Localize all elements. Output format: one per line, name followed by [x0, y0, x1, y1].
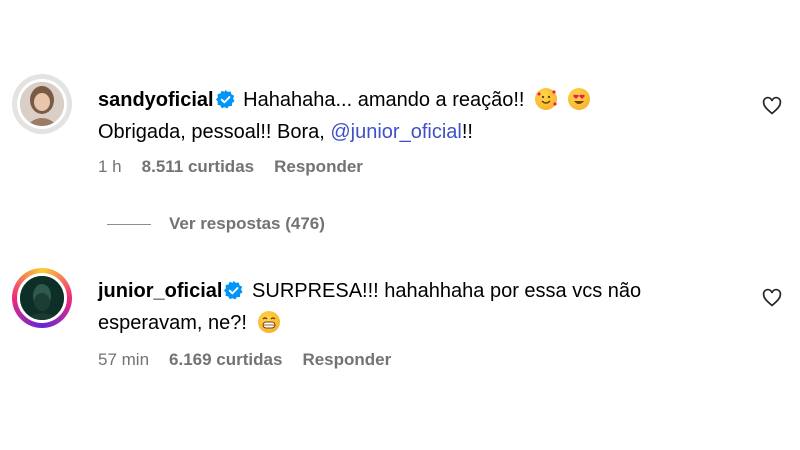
avatar-photo: [20, 276, 64, 320]
reply-button[interactable]: Responder: [302, 350, 391, 370]
avatar-photo: [20, 82, 64, 126]
avatar[interactable]: [12, 74, 72, 134]
comment-line-2-suffix: !!: [461, 121, 473, 143]
grinning-face-emoji: [257, 311, 280, 333]
like-heart-icon[interactable]: [762, 288, 782, 308]
timestamp: 57 min: [98, 350, 150, 369]
comment-line-2: esperavam, ne?!: [98, 312, 247, 334]
comment-text: sandyoficial Hahahaha... amando a reação…: [98, 84, 738, 148]
heart-eyes-emoji: [567, 88, 590, 110]
view-replies-button[interactable]: Ver respostas (476): [107, 214, 325, 234]
verified-badge-icon: [215, 90, 235, 109]
mention-link[interactable]: @junior_oficial: [330, 121, 461, 143]
reply-button[interactable]: Responder: [274, 157, 363, 177]
likes-count[interactable]: 6.169 curtidas: [169, 350, 282, 370]
username[interactable]: sandyoficial: [98, 89, 214, 111]
comment-meta: 57 min 6.169 curtidas Responder: [98, 350, 391, 370]
avatar-story-ring[interactable]: [12, 268, 72, 328]
username[interactable]: junior_oficial: [98, 280, 222, 302]
comment-meta: 1 h 8.511 curtidas Responder: [98, 157, 363, 177]
smiling-face-with-hearts-emoji: [535, 88, 558, 110]
timestamp: 1 h: [98, 157, 122, 176]
like-heart-icon[interactable]: [762, 96, 782, 116]
comment-line-1: Hahahaha... amando a reação!!: [243, 89, 525, 111]
likes-count[interactable]: 8.511 curtidas: [142, 157, 254, 177]
comment-text: junior_oficial SURPRESA!!! hahahhaha por…: [98, 275, 738, 339]
view-replies-label[interactable]: Ver respostas (476): [169, 214, 325, 234]
comment-line-2: Obrigada, pessoal!! Bora,: [98, 121, 331, 143]
verified-badge-icon: [224, 281, 243, 300]
comment-line-1: SURPRESA!!! hahahhaha por essa vcs não: [252, 280, 642, 302]
divider: [107, 223, 151, 225]
